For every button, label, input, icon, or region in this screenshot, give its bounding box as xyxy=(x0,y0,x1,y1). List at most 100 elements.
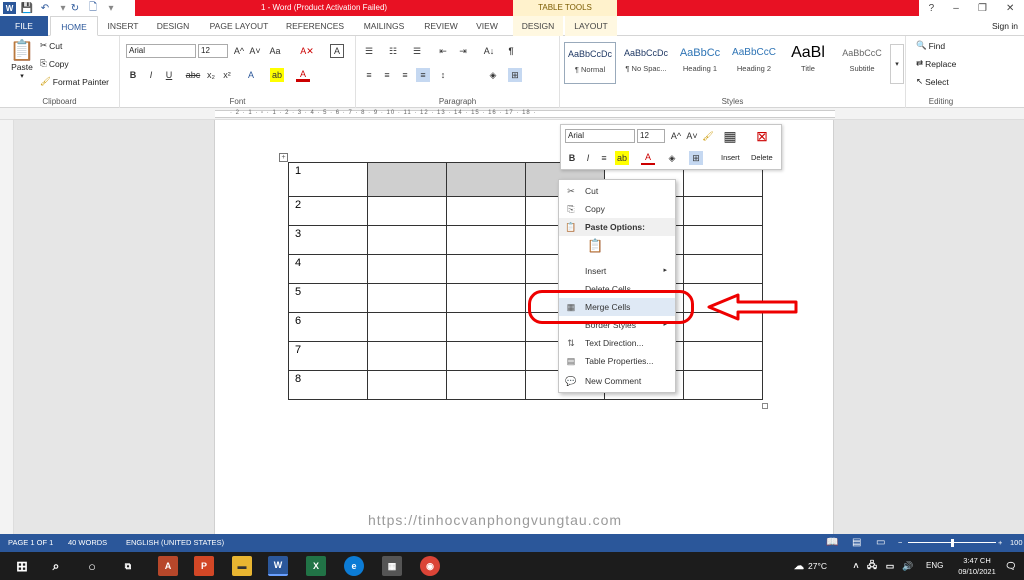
table-cell[interactable]: 5 xyxy=(288,283,368,313)
powerpoint-app-icon[interactable]: P xyxy=(194,556,214,576)
copy-button[interactable]: ⎘ Copy xyxy=(40,58,69,69)
cut-button[interactable]: ✂ Cut xyxy=(40,40,62,51)
sign-in-link[interactable]: Sign in xyxy=(992,16,1018,36)
align-center-icon[interactable]: ≡ xyxy=(380,68,394,82)
superscript-icon[interactable]: x² xyxy=(220,68,234,82)
mini-delete-table-icon[interactable]: ⊠ xyxy=(755,128,769,144)
menu-item-new-comment[interactable]: 💬 New Comment xyxy=(559,372,675,390)
table-cell[interactable] xyxy=(446,225,526,255)
redo-icon[interactable]: ↻ xyxy=(68,1,82,15)
style-heading-2[interactable]: AaBbCcC Heading 2 xyxy=(728,42,780,84)
clock[interactable]: 3:47 CH 09/10/2021 xyxy=(952,555,1002,577)
tray-arrow-icon[interactable]: ˄ xyxy=(850,556,862,576)
menu-item-text-direction[interactable]: ⇅ Text Direction... xyxy=(559,334,675,352)
select-button[interactable]: ↖ Select xyxy=(916,76,949,87)
file-explorer-icon[interactable]: ▬ xyxy=(232,556,252,576)
zoom-slider-thumb[interactable] xyxy=(951,539,954,547)
mini-borders-icon[interactable]: ⊞ xyxy=(689,151,703,165)
multilevel-list-icon[interactable]: ☰ xyxy=(410,44,424,58)
mini-grow-font-icon[interactable]: A^ xyxy=(669,129,683,143)
table-cell[interactable] xyxy=(367,254,447,284)
tab-home[interactable]: HOME xyxy=(50,16,98,36)
tab-references[interactable]: REFERENCES xyxy=(280,16,350,36)
windows-start-icon[interactable]: ⊞ xyxy=(12,556,32,576)
tab-table-design[interactable]: DESIGN xyxy=(513,16,563,36)
font-name-combo[interactable]: Arial xyxy=(126,44,196,58)
table-cell[interactable] xyxy=(367,312,447,342)
table-cell[interactable] xyxy=(367,225,447,255)
menu-item-copy[interactable]: ⎘ Copy xyxy=(559,200,675,218)
weather-icon[interactable]: ☁ xyxy=(792,556,806,576)
table-resize-handle[interactable] xyxy=(762,403,768,409)
help-icon[interactable]: ? xyxy=(929,3,935,14)
tab-file[interactable]: FILE xyxy=(0,16,48,36)
justify-icon[interactable]: ≡ xyxy=(416,68,430,82)
volume-icon[interactable]: 🔊 xyxy=(902,556,914,576)
zoom-level[interactable]: 100 xyxy=(1010,534,1023,552)
strikethrough-icon[interactable]: abc xyxy=(184,68,202,82)
tab-insert[interactable]: INSERT xyxy=(100,16,146,36)
tab-view[interactable]: VIEW xyxy=(466,16,508,36)
table-cell[interactable]: 2 xyxy=(288,196,368,226)
table-cell[interactable] xyxy=(446,283,526,313)
borders-icon[interactable]: ⊞ xyxy=(508,68,522,82)
document-table[interactable]: 1 2 3 4 5 6 7 8 xyxy=(288,162,763,400)
table-cell[interactable] xyxy=(446,312,526,342)
mini-shading-icon[interactable]: ◈ xyxy=(665,151,679,165)
table-cell[interactable]: 8 xyxy=(288,370,368,400)
character-border-icon[interactable]: A xyxy=(330,44,344,58)
table-cell[interactable] xyxy=(367,196,447,226)
minimize-button[interactable]: – xyxy=(953,3,959,14)
vertical-ruler[interactable] xyxy=(0,120,14,534)
horizontal-ruler[interactable]: · 2 · 1 · ▫ · 1 · 2 · 3 · 4 · 5 · 6 · 7 … xyxy=(0,108,1024,120)
table-cell[interactable] xyxy=(367,341,447,371)
edge-browser-icon[interactable]: e xyxy=(344,556,364,576)
table-cell[interactable]: 4 xyxy=(288,254,368,284)
word-app-taskbar-icon[interactable]: W xyxy=(268,556,288,576)
numbering-icon[interactable]: ☷ xyxy=(386,44,400,58)
style-heading-1[interactable]: AaBbCc Heading 1 xyxy=(674,42,726,84)
print-layout-icon[interactable]: ▤ xyxy=(852,534,861,552)
chrome-browser-icon[interactable]: ◉ xyxy=(420,556,440,576)
bold-icon[interactable]: B xyxy=(126,68,140,82)
table-cell-selected[interactable] xyxy=(446,162,526,197)
mini-font-combo[interactable]: Arial xyxy=(565,129,635,143)
change-case-icon[interactable]: Aa xyxy=(268,44,282,58)
table-cell[interactable] xyxy=(446,196,526,226)
shrink-font-icon[interactable]: A˅ xyxy=(248,44,262,58)
format-painter-button[interactable]: 🖌 Format Painter xyxy=(40,76,109,87)
tab-page-layout[interactable]: PAGE LAYOUT xyxy=(200,16,278,36)
restore-button[interactable]: ❐ xyxy=(978,3,987,14)
zoom-in-icon[interactable]: + xyxy=(998,534,1002,552)
cortana-icon[interactable]: ○ xyxy=(82,556,102,576)
language-indicator[interactable]: ENGLISH (UNITED STATES) xyxy=(126,534,224,552)
style-no-spacing[interactable]: AaBbCcDc ¶ No Spac... xyxy=(620,42,672,84)
find-button[interactable]: 🔍 Find xyxy=(916,40,945,51)
zoom-out-icon[interactable]: − xyxy=(898,534,902,552)
table-cell[interactable] xyxy=(683,254,763,284)
font-color-icon[interactable]: A xyxy=(296,68,310,82)
table-cell[interactable] xyxy=(367,370,447,400)
access-app-icon[interactable]: A xyxy=(158,556,178,576)
input-language[interactable]: ENG xyxy=(926,552,943,580)
task-view-icon[interactable]: ⧉ xyxy=(118,556,138,576)
table-cell[interactable]: 3 xyxy=(288,225,368,255)
tab-table-layout[interactable]: LAYOUT xyxy=(565,16,617,36)
subscript-icon[interactable]: x₂ xyxy=(204,68,218,82)
table-cell[interactable] xyxy=(367,283,447,313)
notifications-icon[interactable]: 🗨 xyxy=(1004,556,1018,576)
table-cell[interactable] xyxy=(446,341,526,371)
battery-icon[interactable]: ▭ xyxy=(884,556,896,576)
underline-icon[interactable]: U xyxy=(162,68,176,82)
undo-icon[interactable]: ↶ xyxy=(38,1,52,15)
shading-icon[interactable]: ◈ xyxy=(486,68,500,82)
replace-button[interactable]: ⇄ Replace xyxy=(916,58,956,69)
line-spacing-icon[interactable]: ↕ xyxy=(436,68,450,82)
table-cell[interactable] xyxy=(683,370,763,400)
mini-shrink-font-icon[interactable]: A˅ xyxy=(685,129,699,143)
mini-italic-icon[interactable]: I xyxy=(581,151,595,165)
grow-font-icon[interactable]: A^ xyxy=(232,44,246,58)
search-icon[interactable]: ⌕ xyxy=(46,556,66,576)
paste-button[interactable]: 📋 Paste ▾ xyxy=(8,40,36,80)
font-size-combo[interactable]: 12 xyxy=(198,44,228,58)
